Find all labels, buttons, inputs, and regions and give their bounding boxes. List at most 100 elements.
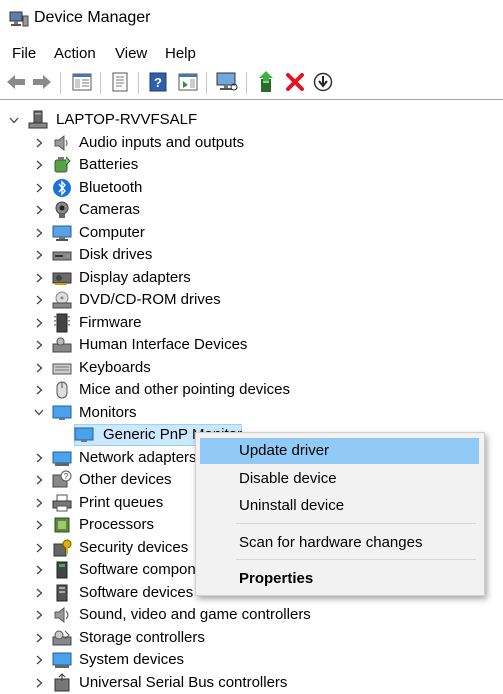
tree-item-label: Firmware	[79, 313, 142, 333]
menu-help[interactable]: Help	[165, 45, 196, 62]
chevron-right-icon[interactable]	[33, 203, 45, 217]
chevron-right-icon[interactable]	[33, 338, 45, 352]
tree-category-item[interactable]: Mice and other pointing devices	[0, 379, 503, 402]
chevron-down-icon[interactable]	[8, 113, 20, 127]
chevron-right-icon[interactable]	[33, 271, 45, 285]
menu-item-label: Uninstall device	[239, 497, 344, 515]
tree-category-item[interactable]: Display adapters	[0, 267, 503, 290]
printer-icon	[52, 493, 72, 513]
download-icon[interactable]	[311, 70, 335, 94]
chevron-right-icon[interactable]	[33, 361, 45, 375]
tree-category-item[interactable]: Monitors	[0, 402, 503, 425]
tree-category-item[interactable]: Universal Serial Bus controllers	[0, 672, 503, 694]
menu-scan-hardware[interactable]: Scan for hardware changes	[200, 530, 479, 556]
tree-item-label: Network adapters	[79, 448, 197, 468]
chevron-right-icon[interactable]	[33, 226, 45, 240]
chevron-right-icon[interactable]	[33, 136, 45, 150]
tree-category-item[interactable]: Disk drives	[0, 244, 503, 267]
toolbar-separator	[138, 72, 139, 94]
help-icon[interactable]: ?	[146, 70, 170, 94]
chevron-right-icon[interactable]	[33, 316, 45, 330]
menu-uninstall-device[interactable]: Uninstall device	[200, 493, 479, 519]
monitor-icon	[74, 425, 94, 445]
show-hide-tree-icon[interactable]	[70, 70, 94, 94]
menu-view[interactable]: View	[115, 45, 147, 62]
tree-item-label: Batteries	[79, 155, 138, 175]
uninstall-icon[interactable]	[283, 70, 307, 94]
menu-action[interactable]: Action	[54, 45, 96, 62]
tree-category-item[interactable]: Firmware	[0, 312, 503, 335]
svg-text:?: ?	[154, 75, 162, 90]
chevron-right-icon[interactable]	[33, 451, 45, 465]
menu-update-driver[interactable]: Update driver	[200, 438, 479, 464]
title-bar: Device Manager	[0, 0, 503, 40]
chevron-right-icon[interactable]	[33, 518, 45, 532]
tree-item-label: Keyboards	[79, 358, 151, 378]
chevron-right-icon[interactable]	[33, 608, 45, 622]
tree-category-item[interactable]: Cameras	[0, 199, 503, 222]
back-icon[interactable]	[4, 70, 28, 94]
monitor-scan-icon[interactable]	[215, 70, 239, 94]
tree-item-label: Storage controllers	[79, 628, 205, 648]
chevron-down-icon[interactable]	[33, 406, 45, 420]
chevron-right-icon[interactable]	[33, 181, 45, 195]
tree-root[interactable]: LAPTOP-RVVFSALF	[0, 109, 503, 132]
tree-item-label: Software devices	[79, 583, 193, 603]
chevron-right-icon[interactable]	[33, 653, 45, 667]
tree-item-label: Mice and other pointing devices	[79, 380, 290, 400]
forward-icon[interactable]	[30, 70, 54, 94]
firmware-icon	[52, 313, 72, 333]
root-label: LAPTOP-RVVFSALF	[56, 110, 197, 130]
action-pane-icon[interactable]	[176, 70, 200, 94]
tree-item-label: Monitors	[79, 403, 137, 423]
update-driver-icon[interactable]	[255, 70, 279, 94]
chevron-right-icon[interactable]	[33, 473, 45, 487]
menu-bar: File Action View Help	[0, 40, 503, 68]
tree-category-item[interactable]: Human Interface Devices	[0, 334, 503, 357]
tree-category-item[interactable]: Sound, video and game controllers	[0, 604, 503, 627]
display-adapter-icon	[52, 268, 72, 288]
monitor-icon	[52, 403, 72, 423]
chevron-right-icon[interactable]	[33, 248, 45, 262]
properties-icon[interactable]	[108, 70, 132, 94]
chevron-right-icon[interactable]	[33, 496, 45, 510]
chevron-right-icon[interactable]	[33, 293, 45, 307]
tree-category-item[interactable]: Batteries	[0, 154, 503, 177]
tree-category-item[interactable]: Computer	[0, 222, 503, 245]
tree-category-item[interactable]: DVD/CD-ROM drives	[0, 289, 503, 312]
tree-category-item[interactable]: Audio inputs and outputs	[0, 132, 503, 155]
processor-icon	[52, 515, 72, 535]
menu-item-label: Disable device	[239, 470, 337, 488]
toolbar-separator	[206, 72, 207, 94]
disk-drive-icon	[52, 245, 72, 265]
chevron-right-icon[interactable]	[33, 158, 45, 172]
chevron-right-icon[interactable]	[33, 586, 45, 600]
tree-category-item[interactable]: Storage controllers	[0, 627, 503, 650]
battery-icon	[52, 155, 72, 175]
dvd-drive-icon	[52, 290, 72, 310]
chevron-right-icon[interactable]	[33, 383, 45, 397]
chevron-right-icon[interactable]	[33, 631, 45, 645]
computer-root-icon	[28, 110, 48, 130]
menu-file[interactable]: File	[12, 45, 36, 62]
window-title: Device Manager	[34, 9, 151, 27]
tree-item-label: Cameras	[79, 200, 140, 220]
tree-item-label: Display adapters	[79, 268, 191, 288]
tree-item-label: Bluetooth	[79, 178, 142, 198]
chevron-right-icon[interactable]	[33, 541, 45, 555]
toolbar-separator	[100, 72, 101, 94]
menu-separator	[236, 559, 476, 560]
system-device-icon	[52, 650, 72, 670]
tree-category-item[interactable]: Keyboards	[0, 357, 503, 380]
tree-category-item[interactable]: System devices	[0, 649, 503, 672]
unknown-device-icon: ?	[52, 470, 72, 490]
menu-disable-device[interactable]: Disable device	[200, 466, 479, 492]
menu-separator	[236, 523, 476, 524]
keyboard-icon	[52, 358, 72, 378]
tree-item-label: Other devices	[79, 470, 172, 490]
chevron-right-icon[interactable]	[33, 563, 45, 577]
tree-category-item[interactable]: Bluetooth	[0, 177, 503, 200]
menu-properties[interactable]: Properties	[200, 566, 479, 592]
chevron-right-icon[interactable]	[33, 676, 45, 690]
tree-item-label: Human Interface Devices	[79, 335, 247, 355]
